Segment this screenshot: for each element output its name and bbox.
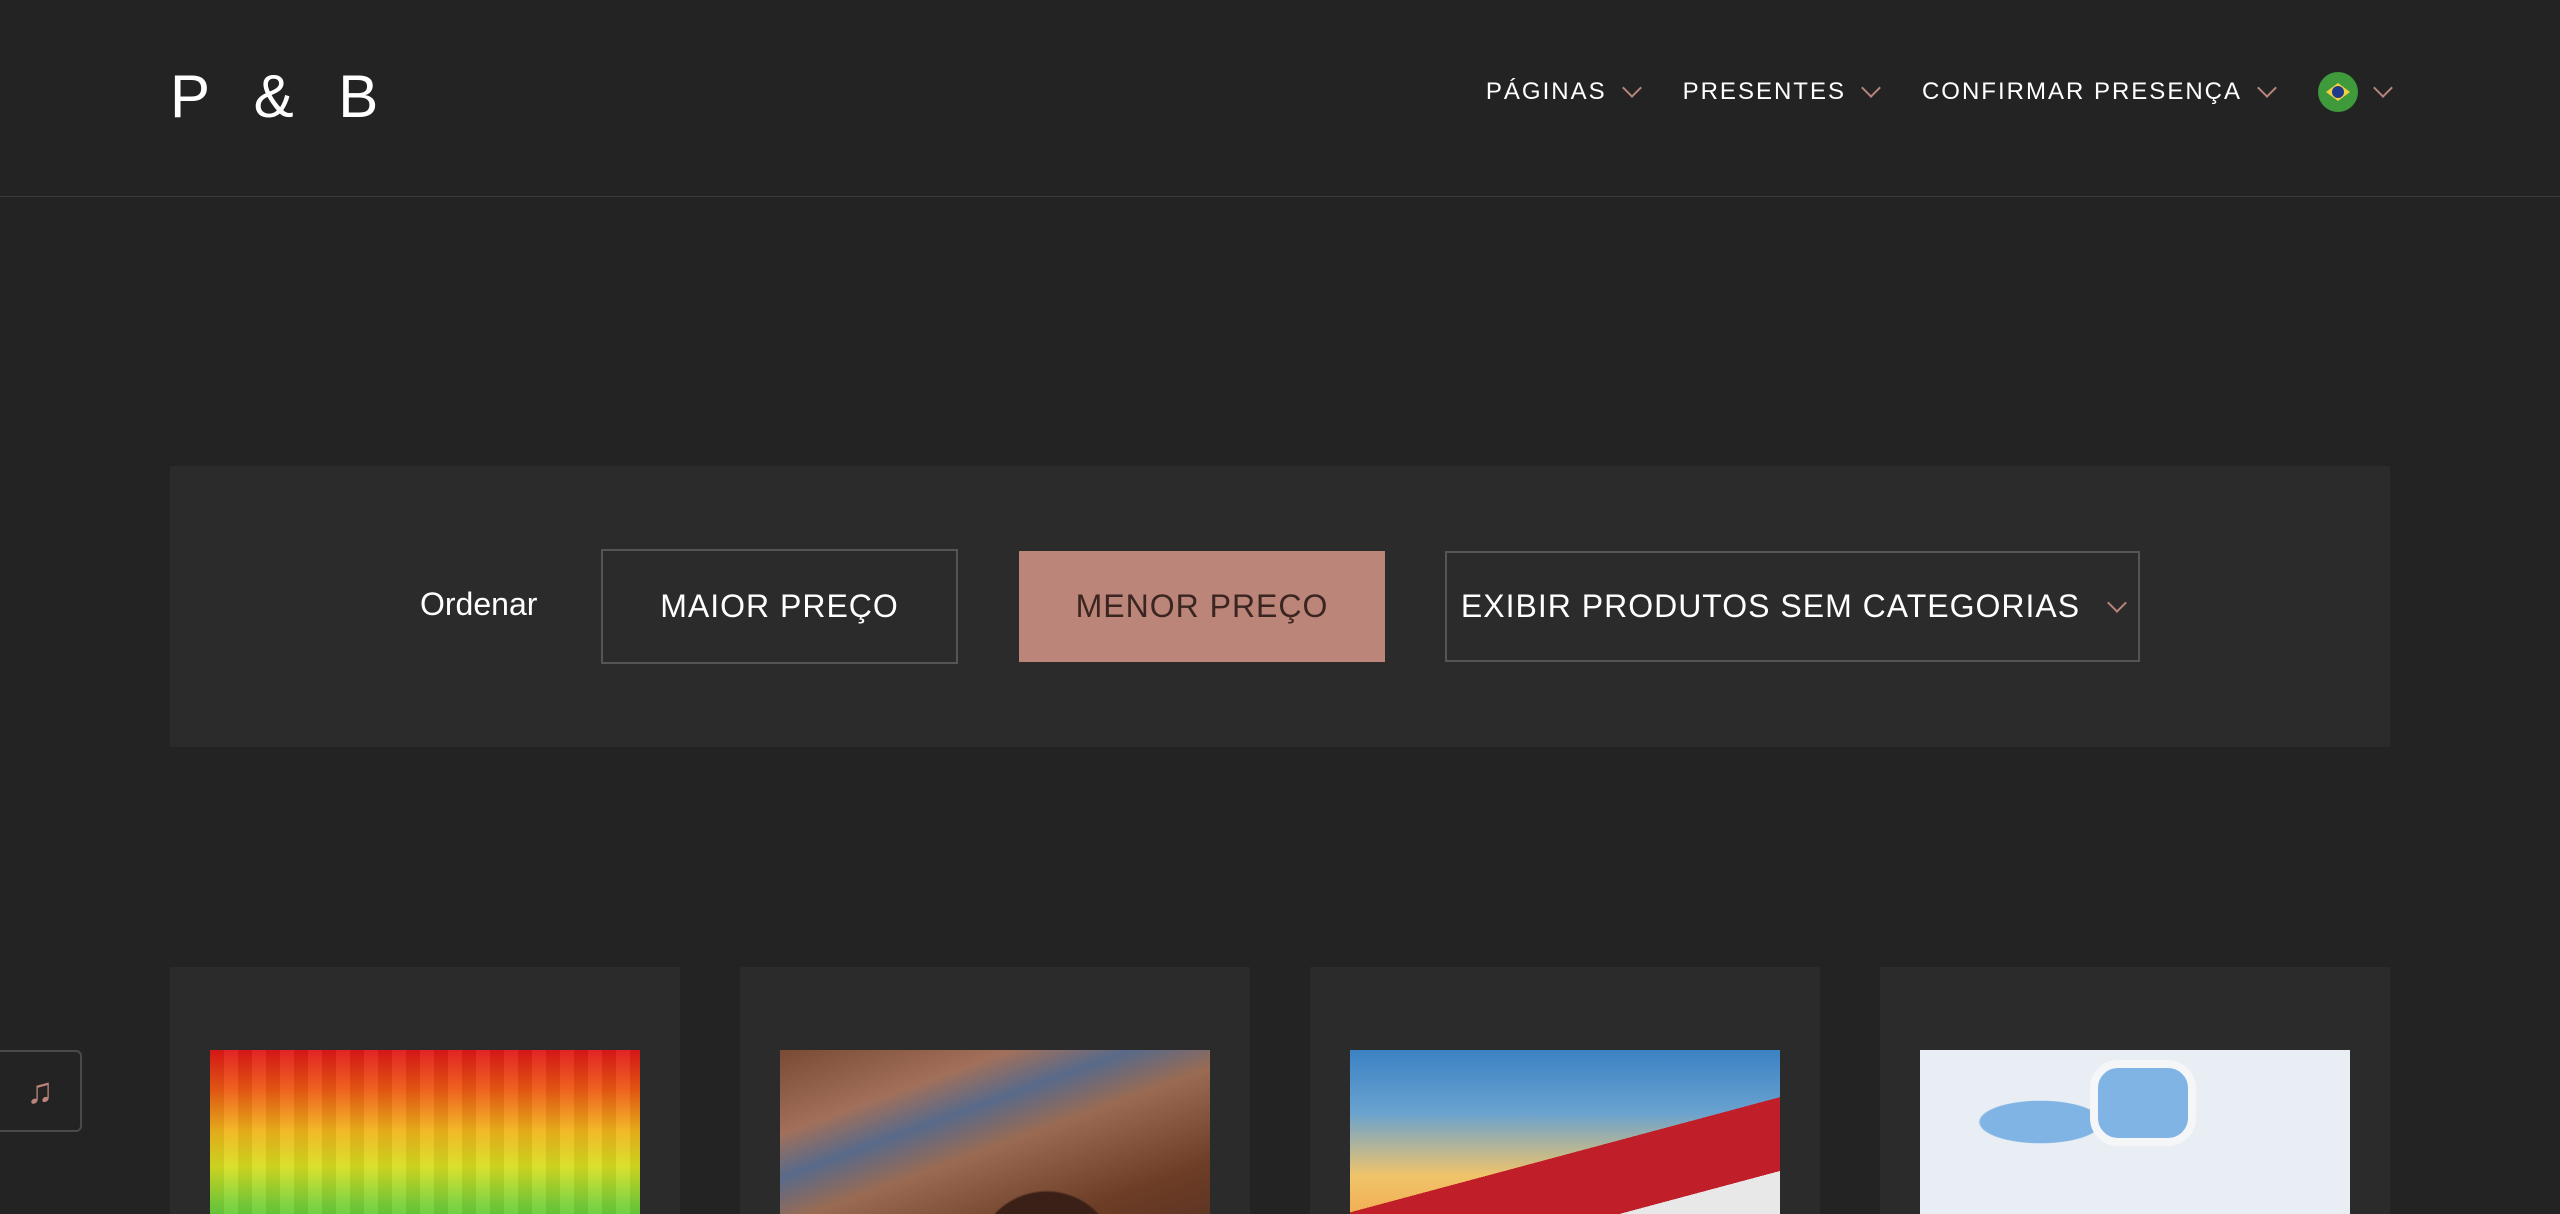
- music-note-icon: ♫: [26, 1070, 54, 1111]
- music-toggle-button[interactable]: ♫: [0, 1050, 82, 1132]
- chevron-down-icon: [2107, 592, 2127, 613]
- nav-confirmar-presenca-label: CONFIRMAR PRESENÇA: [1921, 78, 2242, 105]
- chocolate-dessert-image[interactable]: [780, 1050, 1210, 1214]
- product-card[interactable]: [740, 967, 1250, 1214]
- product-card[interactable]: [170, 967, 680, 1214]
- site-header: P & B PÁGINAS PRESENTES CONFIRMAR PRESEN…: [0, 0, 2560, 197]
- sort-min-price-button[interactable]: MENOR PREÇO: [1019, 551, 1385, 662]
- chevron-down-icon: [2257, 78, 2277, 98]
- site-logo[interactable]: P & B: [170, 62, 392, 131]
- sort-filter-panel: Ordenar MAIOR PREÇO MENOR PREÇO EXIBIR P…: [170, 466, 2390, 747]
- nav-presentes[interactable]: PRESENTES: [1682, 78, 1881, 106]
- language-selector[interactable]: [2318, 72, 2393, 112]
- sort-max-price-button[interactable]: MAIOR PREÇO: [601, 549, 958, 664]
- chevron-down-icon: [1621, 78, 1642, 98]
- chevron-down-icon: [1861, 78, 1881, 98]
- category-dropdown[interactable]: EXIBIR PRODUTOS SEM CATEGORIAS: [1445, 551, 2140, 662]
- nav-paginas[interactable]: PÁGINAS: [1485, 78, 1642, 106]
- order-label: Ordenar: [420, 586, 538, 622]
- red-train-image[interactable]: [1350, 1050, 1780, 1214]
- nav-paginas-label: PÁGINAS: [1485, 78, 1607, 105]
- airplane-cabin-image[interactable]: [1920, 1050, 2350, 1214]
- brazil-flag-icon: [2318, 72, 2358, 112]
- nav-confirmar-presenca[interactable]: CONFIRMAR PRESENÇA: [1921, 78, 2277, 106]
- chevron-down-icon: [2373, 78, 2393, 98]
- product-card[interactable]: [1310, 967, 1820, 1214]
- product-card[interactable]: [1880, 967, 2390, 1214]
- nav-presentes-label: PRESENTES: [1682, 78, 1846, 105]
- category-dropdown-label: EXIBIR PRODUTOS SEM CATEGORIAS: [1460, 588, 2081, 624]
- rainbow-pattern-image[interactable]: [210, 1050, 640, 1214]
- main-nav: PÁGINAS PRESENTES CONFIRMAR PRESENÇA: [1442, 72, 2393, 112]
